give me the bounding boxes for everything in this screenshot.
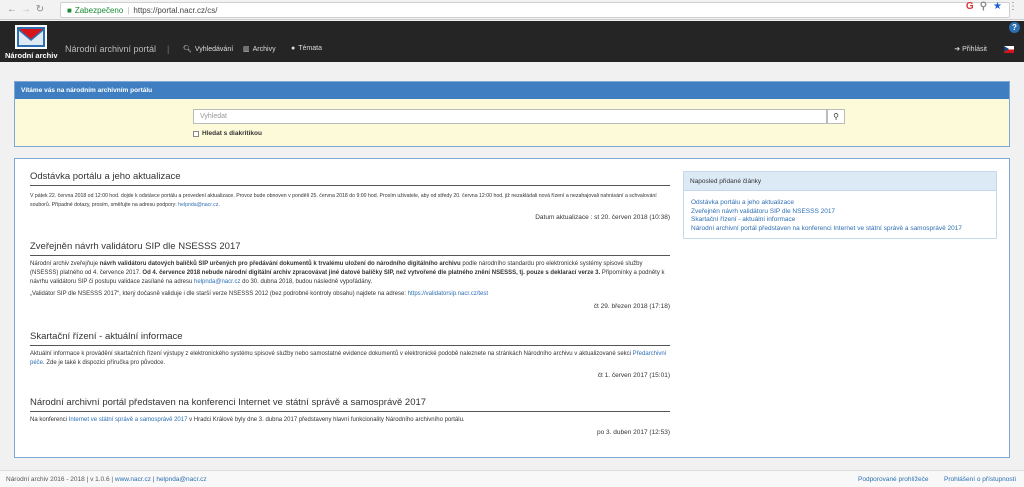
address-separator: |	[127, 5, 130, 15]
helpnda-footer-link[interactable]: helpnda@nacr.cz	[156, 476, 206, 483]
conference-link[interactable]: Internet ve státní správě a samosprávě 2…	[69, 417, 188, 423]
article-body: Národní archiv zveřejňuje návrh validáto…	[30, 260, 670, 287]
lock-icon: ■	[67, 5, 72, 15]
nacr-link[interactable]: www.nacr.cz	[115, 476, 151, 483]
search-icon: ⚲	[833, 112, 839, 121]
login-label: Přihlásit	[962, 46, 987, 53]
support-email-link[interactable]: helpnda@nacr.cz	[178, 202, 218, 208]
nav-search[interactable]: 🔍︎ Vyhledávání	[183, 45, 234, 54]
search-button[interactable]: ⚲	[827, 109, 845, 124]
article: Skartační řízení - aktuální informace Ak…	[30, 331, 670, 379]
welcome-panel: Vítáme vás na národním archivním portálu…	[14, 81, 1010, 147]
article-text-end: .	[218, 202, 220, 208]
main-panel: Odstávka portálu a jeho aktualizace V pá…	[14, 158, 1010, 458]
recent-articles-panel: Naposled přidané články Odstávka portálu…	[683, 171, 997, 239]
article-body: Na konferenci Internet ve státní správě …	[30, 416, 670, 425]
article-title[interactable]: Národní archivní portál představen na ko…	[30, 397, 670, 412]
recent-article-link[interactable]: Odstávka portálu a jeho aktualizace	[691, 199, 989, 208]
search-icon: 🔍︎	[183, 46, 192, 53]
nav-archives-label: Archivy	[252, 45, 276, 53]
article-text: Národní archiv zveřejňuje	[30, 261, 100, 267]
article-title[interactable]: Zveřejněn návrh validátoru SIP dle NSESS…	[30, 241, 670, 256]
article-text: v Hradci Králové byly dne 3. dubna 2017 …	[187, 417, 465, 423]
article: Odstávka portálu a jeho aktualizace V pá…	[30, 171, 670, 221]
article-text: „Validátor SIP dle NSESSS 2017“, který d…	[30, 291, 408, 297]
comments-icon: ●	[291, 45, 296, 52]
logo-text: Národní archiv	[5, 51, 58, 60]
article-date: čt 1. červen 2017 (15:01)	[597, 372, 670, 379]
article-body: V pátek 22. června 2018 od 12:00 hod. do…	[30, 192, 670, 210]
help-icon[interactable]: ?	[1009, 22, 1020, 33]
diacritics-checkbox[interactable]: Hledat s diakritikou	[193, 130, 262, 137]
article-text: Aktuální informace k provádění skartační…	[30, 351, 633, 357]
footer-info: Národní archiv 2016 - 2018 | v 1.0.6 | w…	[6, 476, 207, 483]
nav-topics-label: Témata	[298, 45, 322, 52]
article: Národní archivní portál představen na ko…	[30, 397, 670, 436]
article-text: Na konferenci	[30, 417, 69, 423]
article-date: Datum aktualizace : st 20. červen 2018 (…	[535, 214, 670, 221]
recent-articles-heading: Naposled přidané články	[684, 172, 996, 191]
article-date: čt 29. březen 2018 (17:18)	[593, 303, 670, 310]
extension-icons: G ⚲ ★ ⋮	[966, 1, 1018, 12]
article-date: po 3. duben 2017 (12:53)	[596, 429, 670, 436]
recent-articles-list: Odstávka portálu a jeho aktualizace Zveř…	[684, 191, 996, 241]
back-icon[interactable]: ←	[6, 4, 18, 15]
nav-divider: |	[167, 44, 170, 54]
logo[interactable]: Národní archiv	[5, 25, 59, 61]
article-body: „Validátor SIP dle NSESSS 2017“, který d…	[30, 290, 670, 299]
supported-browsers-link[interactable]: Podporované prohlížeče	[858, 476, 928, 483]
bookmark-star-icon[interactable]: ★	[993, 1, 1002, 12]
nav-topics[interactable]: ● Témata	[291, 45, 322, 52]
accessibility-link[interactable]: Prohlášení o přístupnosti	[944, 476, 1016, 483]
site-navbar: Národní archiv Národní archivní portál |…	[0, 21, 1024, 62]
search-input[interactable]: Vyhledat	[193, 109, 827, 124]
czech-flag-icon[interactable]	[1004, 46, 1014, 53]
logo-emblem-icon	[15, 25, 47, 49]
article-body: Aktuální informace k provádění skartační…	[30, 350, 670, 368]
browser-menu-icon[interactable]: ⋮	[1008, 1, 1018, 12]
article-text-bold: návrh validátoru datových balíčků SIP ur…	[99, 261, 461, 267]
validator-link[interactable]: https://validatorsip.nacr.cz/test	[408, 291, 488, 297]
article-title[interactable]: Odstávka portálu a jeho aktualizace	[30, 171, 670, 186]
login-icon: ➜	[954, 46, 961, 53]
diacritics-label: Hledat s diakritikou	[202, 130, 262, 137]
welcome-heading: Vítáme vás na národním archivním portálu	[15, 82, 1009, 99]
browser-toolbar: ← → ↻ ■ Zabezpečeno | https://portal.nac…	[0, 0, 1024, 20]
address-bar[interactable]: ■ Zabezpečeno | https://portal.nacr.cz/c…	[60, 2, 1010, 18]
bank-icon: ▥	[243, 46, 250, 53]
checkbox[interactable]	[193, 130, 199, 137]
url-text[interactable]: https://portal.nacr.cz/cs/	[133, 6, 217, 15]
nav-search-label: Vyhledávání	[194, 45, 234, 53]
footer: Národní archiv 2016 - 2018 | v 1.0.6 | w…	[0, 470, 1024, 487]
article-text: V pátek 22. června 2018 od 12:00 hod. do…	[30, 193, 657, 208]
forward-icon[interactable]: →	[20, 4, 32, 15]
helpnda-email-link[interactable]: helpnda@nacr.cz	[194, 279, 240, 285]
article-text: do 30. dubna 2018, budou následně vypořá…	[240, 279, 373, 285]
reload-icon[interactable]: ↻	[34, 4, 46, 15]
recent-article-link[interactable]: Národní archivní portál představen na ko…	[691, 225, 989, 234]
nav-archives[interactable]: ▥ Archivy	[243, 45, 276, 54]
brand-title[interactable]: Národní archivní portál	[65, 44, 156, 54]
login-link[interactable]: ➜ Přihlásit	[954, 45, 987, 53]
article: Zveřejněn návrh validátoru SIP dle NSESS…	[30, 241, 670, 310]
search-extension-icon[interactable]: ⚲	[980, 1, 987, 12]
recent-article-link[interactable]: Skartační řízení - aktuální informace	[691, 216, 989, 225]
google-extension-icon[interactable]: G	[966, 1, 974, 12]
article-text: . Zde je také k dispozici příručka pro p…	[43, 360, 166, 366]
footer-text: Národní archiv 2016 - 2018 | v 1.0.6 |	[6, 476, 115, 483]
secure-label: Zabezpečeno	[74, 5, 124, 15]
article-title[interactable]: Skartační řízení - aktuální informace	[30, 331, 670, 346]
recent-article-link[interactable]: Zveřejněn návrh validátoru SIP dle NSESS…	[691, 208, 989, 217]
article-text-bold: Od 4. července 2018 nebude národní digit…	[142, 270, 601, 276]
